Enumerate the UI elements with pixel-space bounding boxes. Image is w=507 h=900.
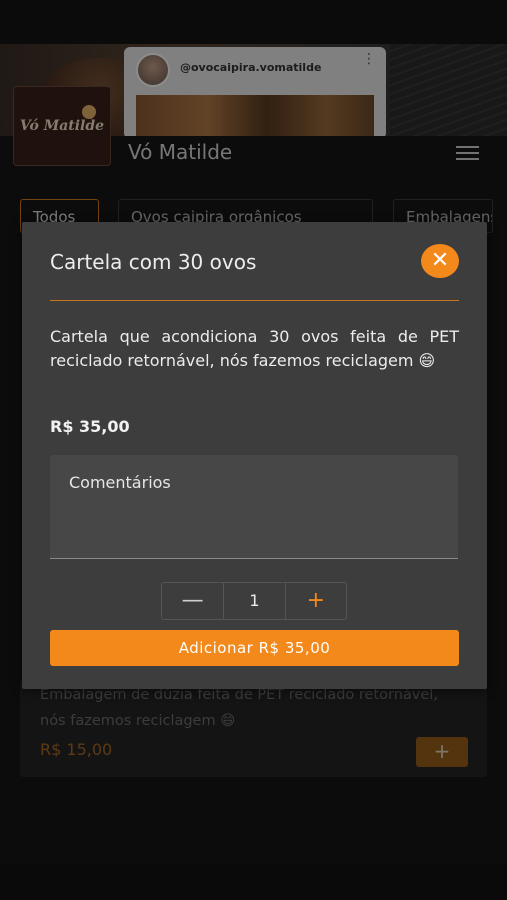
close-icon[interactable]: ✕	[421, 244, 459, 278]
add-to-cart-button[interactable]: Adicionar R$ 35,00	[50, 630, 459, 666]
quantity-value[interactable]: 1	[223, 583, 284, 619]
increase-button[interactable]: +	[284, 583, 346, 619]
decrease-button[interactable]: —	[162, 583, 223, 619]
modal-divider	[50, 300, 459, 301]
app-screen: @ovocaipira.vomatilde ⋮ Vó Matilde Vó Ma…	[0, 0, 507, 900]
comments-field[interactable]	[50, 455, 458, 559]
modal-description: Cartela que acondiciona 30 ovos feita de…	[50, 327, 459, 370]
quantity-stepper: — 1 +	[161, 582, 347, 620]
modal-title: Cartela com 30 ovos	[50, 250, 257, 274]
modal-price: R$ 35,00	[50, 417, 130, 436]
product-modal: Cartela com 30 ovos ✕ Cartela que acondi…	[22, 222, 487, 689]
